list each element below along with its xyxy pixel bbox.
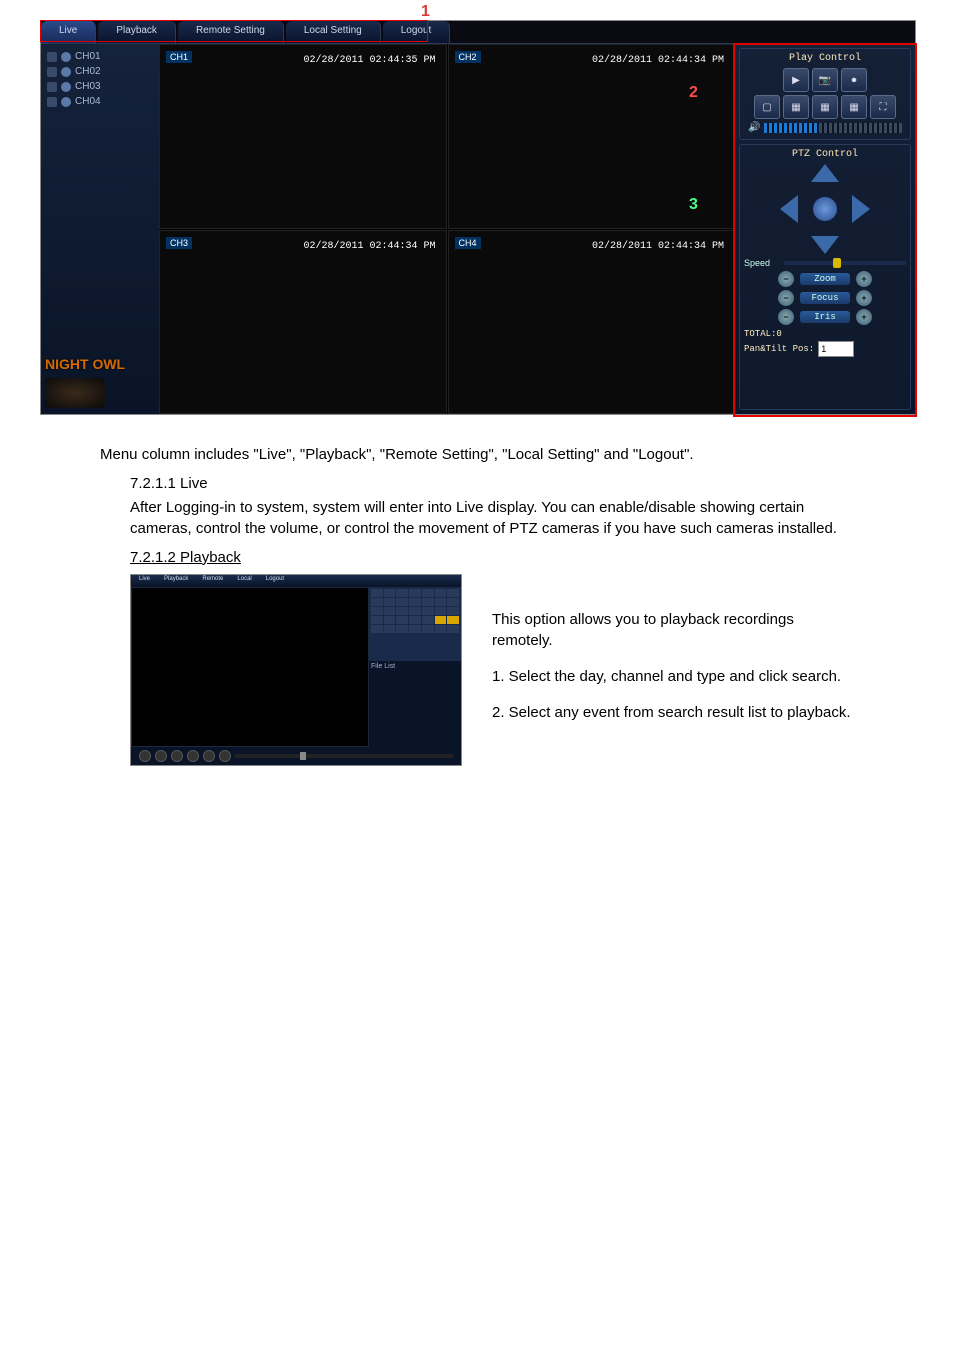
channel-item[interactable]: CH01: [45, 50, 155, 63]
annotation-number-3: 3: [689, 196, 698, 214]
pantilt-label: Pan&Tilt Pos:: [744, 344, 814, 354]
tab-live[interactable]: Live: [41, 21, 96, 43]
pantilt-input[interactable]: [818, 341, 854, 357]
ptz-left-button[interactable]: [780, 195, 798, 223]
camera-timestamp: 02/28/2011 02:44:35 PM: [303, 55, 435, 66]
playback-paragraph-2: 1. Select the day, channel and type and …: [492, 666, 854, 687]
layout-1-button[interactable]: ▢: [754, 95, 780, 119]
ptz-right-button[interactable]: [852, 195, 870, 223]
channel-label: CH02: [75, 66, 101, 77]
ptz-up-button[interactable]: [811, 164, 839, 182]
panel-title: PTZ Control: [744, 149, 906, 160]
ptz-total: TOTAL:0: [744, 329, 906, 339]
camera-label: CH3: [166, 237, 192, 249]
channel-item[interactable]: CH04: [45, 95, 155, 108]
record-icon: [47, 97, 57, 107]
camera-timestamp: 02/28/2011 02:44:34 PM: [303, 241, 435, 252]
control-sidebar: Play Control ▶ 📷 ⏺ ▢ ▦ ▦ ▦ ⛶ 🔊: [735, 44, 915, 414]
focus-label: Focus: [800, 292, 850, 304]
thumb-menu: LivePlaybackRemoteLocalLogout: [131, 575, 461, 587]
camera-view[interactable]: CH3 02/28/2011 02:44:34 PM: [159, 230, 447, 415]
camera-label: CH2: [455, 51, 481, 63]
focus-out-button[interactable]: −: [778, 290, 794, 306]
playback-paragraph-3: 2. Select any event from search result l…: [492, 702, 854, 723]
camera-grid: 2 3 CH1 02/28/2011 02:44:35 PM CH2 02/28…: [159, 44, 735, 414]
camera-view[interactable]: CH1 02/28/2011 02:44:35 PM: [159, 44, 447, 229]
snapshot-button[interactable]: 📷: [812, 68, 838, 92]
iris-open-button[interactable]: +: [856, 309, 872, 325]
thumb-file-list: File List: [369, 661, 461, 747]
status-icon: [61, 67, 71, 77]
tab-playback[interactable]: Playback: [98, 21, 176, 43]
main-menu: Live Playback Remote Setting Local Setti…: [41, 21, 915, 44]
play-button[interactable]: ▶: [783, 68, 809, 92]
section-heading-live: 7.2.1.1 Live: [130, 475, 854, 492]
ptz-control-panel: PTZ Control Speed − Zoom: [739, 144, 911, 410]
speed-label: Speed: [744, 258, 780, 268]
speed-slider[interactable]: [784, 261, 906, 265]
record-icon: [47, 52, 57, 62]
layout-4-button[interactable]: ▦: [783, 95, 809, 119]
camera-label: CH1: [166, 51, 192, 63]
play-control-panel: Play Control ▶ 📷 ⏺ ▢ ▦ ▦ ▦ ⛶ 🔊: [739, 48, 911, 140]
channel-item[interactable]: CH02: [45, 65, 155, 78]
playback-screenshot: LivePlaybackRemoteLocalLogout File List: [130, 574, 462, 766]
tab-local-setting[interactable]: Local Setting: [286, 21, 381, 43]
ptz-down-button[interactable]: [811, 236, 839, 254]
thumb-sidebar: File List: [369, 587, 461, 747]
live-paragraph: After Logging-in to system, system will …: [130, 498, 854, 539]
focus-in-button[interactable]: +: [856, 290, 872, 306]
channel-label: CH04: [75, 96, 101, 107]
ptz-direction-pad: [780, 164, 870, 254]
status-icon: [61, 52, 71, 62]
zoom-out-button[interactable]: −: [778, 271, 794, 287]
dvr-live-screenshot: 1 Live Playback Remote Setting Local Set…: [40, 20, 916, 415]
camera-label: CH4: [455, 237, 481, 249]
channel-label: CH01: [75, 51, 101, 62]
brand-logo-text: NIGHT OWL: [45, 356, 155, 378]
annotation-number-2: 2: [689, 84, 698, 102]
volume-slider[interactable]: [764, 123, 902, 133]
status-icon: [61, 97, 71, 107]
tab-logout[interactable]: Logout: [383, 21, 451, 43]
annotation-number-1: 1: [421, 3, 430, 21]
thumb-calendar: [369, 587, 461, 661]
ptz-center-button[interactable]: [813, 197, 837, 221]
record-icon: [47, 82, 57, 92]
volume-icon: 🔊: [748, 122, 760, 133]
iris-label: Iris: [800, 311, 850, 323]
channel-sidebar: CH01 CH02 CH03 CH04: [41, 44, 159, 414]
layout-9-button[interactable]: ▦: [812, 95, 838, 119]
status-icon: [61, 82, 71, 92]
zoom-in-button[interactable]: +: [856, 271, 872, 287]
record-icon: [47, 67, 57, 77]
layout-16-button[interactable]: ▦: [841, 95, 867, 119]
thumb-video-area: [131, 587, 369, 747]
section-heading-playback: 7.2.1.2 Playback: [130, 549, 854, 566]
camera-timestamp: 02/28/2011 02:44:34 PM: [592, 55, 724, 66]
camera-view[interactable]: CH4 02/28/2011 02:44:34 PM: [448, 230, 736, 415]
zoom-label: Zoom: [800, 273, 850, 285]
fullscreen-button[interactable]: ⛶: [870, 95, 896, 119]
camera-timestamp: 02/28/2011 02:44:34 PM: [592, 241, 724, 252]
record-button[interactable]: ⏺: [841, 68, 867, 92]
playback-paragraph-1: This option allows you to playback recor…: [492, 609, 854, 651]
channel-item[interactable]: CH03: [45, 80, 155, 93]
brand-logo-image: [45, 378, 105, 408]
menu-description: Menu column includes "Live", "Playback",…: [100, 445, 854, 465]
channel-label: CH03: [75, 81, 101, 92]
tab-remote-setting[interactable]: Remote Setting: [178, 21, 284, 43]
thumb-playback-controls: [131, 747, 461, 765]
panel-title: Play Control: [744, 53, 906, 64]
iris-close-button[interactable]: −: [778, 309, 794, 325]
